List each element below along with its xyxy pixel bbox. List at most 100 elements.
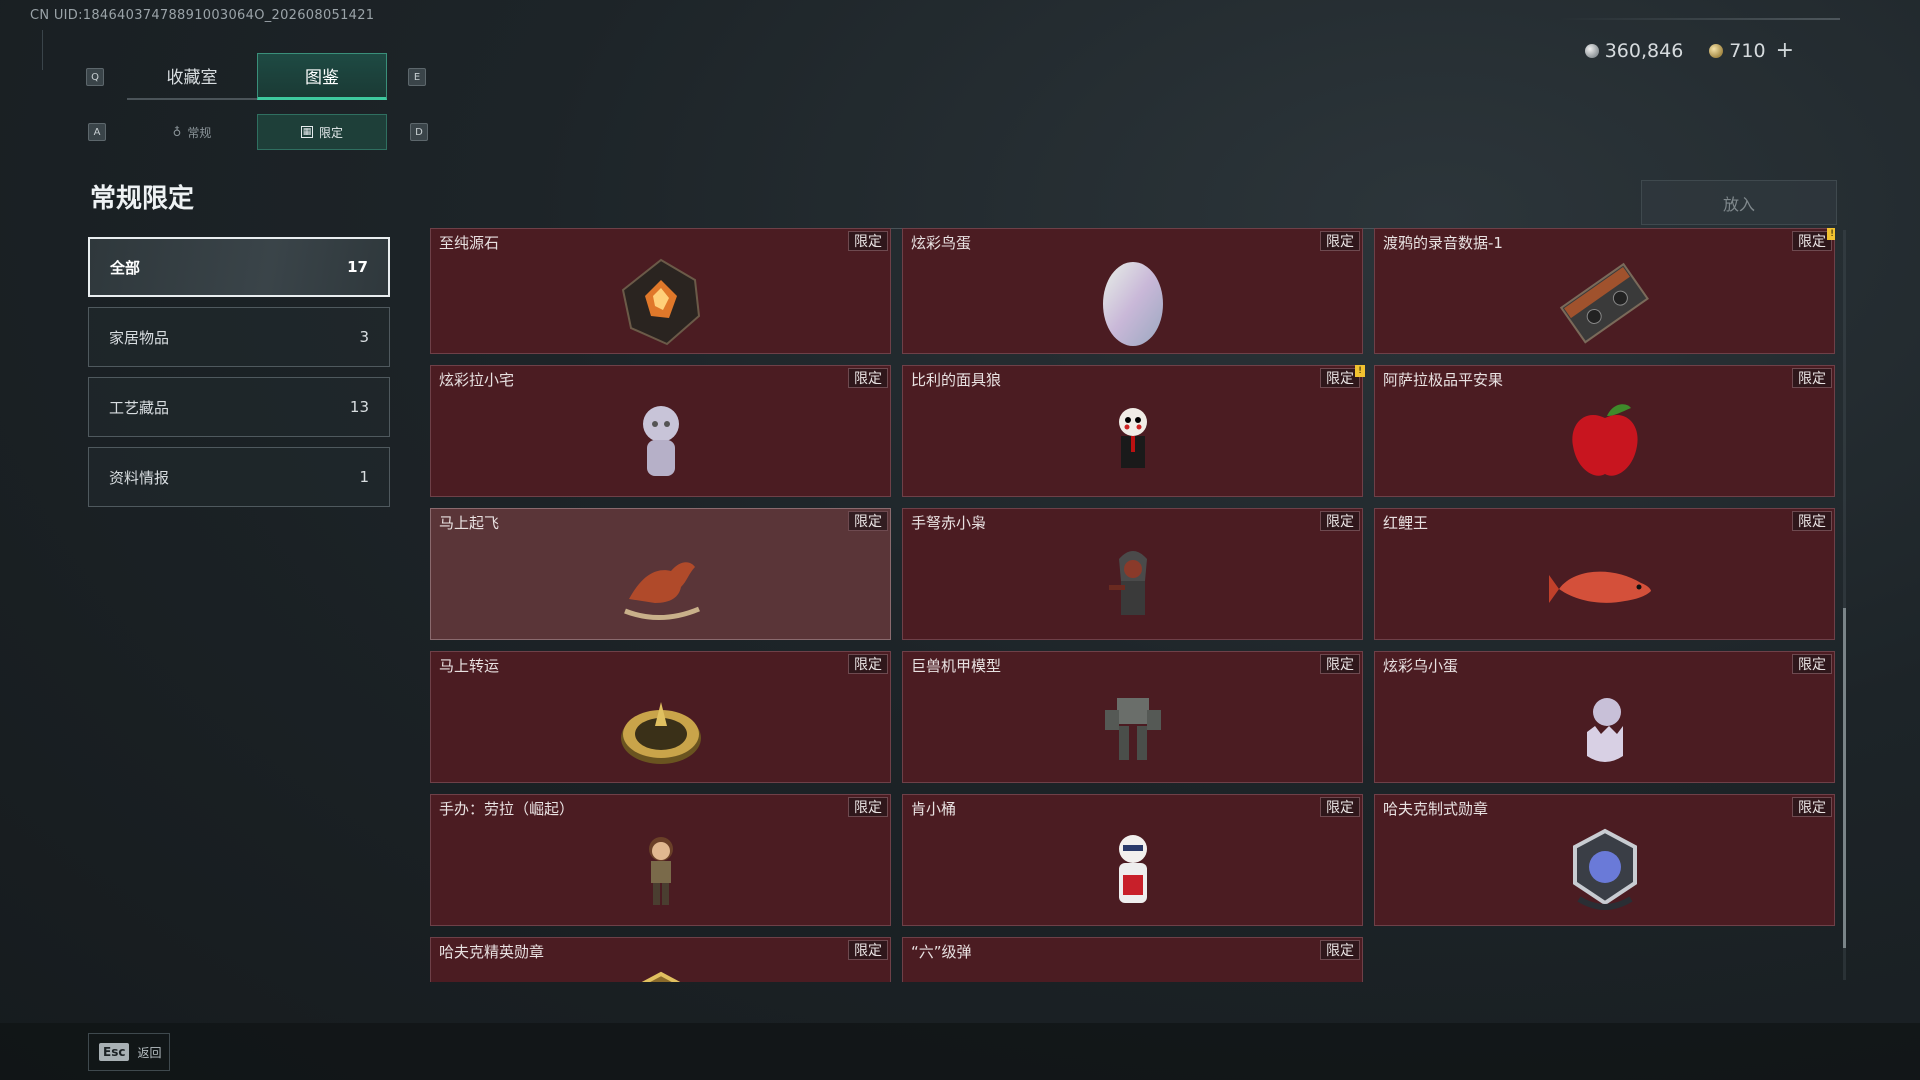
limited-badge: 限定 — [848, 940, 888, 960]
category-count: 1 — [359, 468, 369, 486]
item-card[interactable]: 巨兽机甲模型 限定 — [902, 651, 1363, 783]
put-in-button[interactable]: 放入 — [1641, 180, 1837, 225]
category-label: 家居物品 — [109, 328, 170, 347]
item-grid: 至纯源石 限定 炫彩鸟蛋 限定 渡鸦的录音数据-1 限定! 炫彩拉小宅 限定 比… — [430, 228, 1835, 982]
limited-badge: 限定 — [1320, 797, 1360, 817]
subtab-limited-label: 限定 — [318, 125, 343, 140]
limited-badge: 限定 — [848, 511, 888, 531]
item-card[interactable]: 马上起飞 限定 — [430, 508, 891, 640]
item-card[interactable]: 阿萨拉极品平安果 限定 — [1374, 365, 1835, 497]
item-name: 炫彩拉小宅 — [439, 371, 515, 389]
item-card[interactable]: 炫彩乌小蛋 限定 — [1374, 651, 1835, 783]
item-card[interactable]: 肯小桶 限定 — [902, 794, 1363, 926]
gold-currency: 710 + — [1709, 40, 1794, 62]
item-card[interactable]: 手弩赤小枭 限定 — [902, 508, 1363, 640]
esc-key-hint: Esc — [99, 1043, 130, 1061]
new-indicator-icon: ! — [1355, 365, 1365, 377]
limited-badge: 限定! — [1792, 228, 1835, 251]
item-name: 炫彩乌小蛋 — [1383, 657, 1459, 675]
grid-scrollbar[interactable] — [1843, 230, 1846, 980]
item-name: 手弩赤小枭 — [911, 514, 987, 532]
item-card[interactable]: 至纯源石 限定 — [430, 228, 891, 354]
lara-figure-icon — [648, 837, 673, 906]
item-name: 红鲤王 — [1383, 514, 1429, 532]
silver-currency: 360,846 — [1584, 40, 1684, 62]
limited-badge: 限定! — [1320, 365, 1365, 388]
limited-badge: 限定 — [1320, 654, 1360, 674]
apple-icon — [1571, 404, 1638, 477]
item-card[interactable]: 比利的面具狼 限定! — [902, 365, 1365, 497]
limited-badge-text: 限定 — [1326, 371, 1354, 387]
sub-tabs: ♁ 常规 ▦ 限定 — [127, 114, 387, 150]
colonel-figure-icon — [1118, 835, 1147, 904]
item-name: 阿萨拉极品平安果 — [1383, 371, 1504, 389]
silver-amount: 360,846 — [1604, 40, 1684, 62]
medal-icon — [1572, 829, 1637, 911]
footer-bar — [0, 1023, 1920, 1080]
elite-medal-icon — [641, 972, 680, 982]
key-hint-e[interactable]: E — [408, 68, 426, 86]
item-card[interactable]: 炫彩鸟蛋 限定 — [902, 228, 1363, 354]
limited-icon: ▦ — [300, 126, 313, 138]
item-name: 马上起飞 — [439, 514, 500, 532]
new-indicator-icon: ! — [1827, 228, 1835, 240]
item-card[interactable]: “六”级弹 限定 — [902, 937, 1363, 982]
puppet-icon — [1118, 408, 1147, 469]
limited-badge: 限定 — [1792, 368, 1832, 388]
carp-icon — [1548, 572, 1651, 604]
item-name: 至纯源石 — [439, 234, 500, 252]
subtab-regular-label: 常规 — [187, 125, 212, 140]
key-hint-a[interactable]: A — [88, 123, 106, 141]
category-intel[interactable]: 资料情报 1 — [88, 447, 390, 507]
item-name: 渡鸦的录音数据-1 — [1383, 234, 1503, 252]
subtab-limited[interactable]: ▦ 限定 — [257, 114, 387, 150]
item-card[interactable]: 哈夫克精英勋章 限定 — [430, 937, 891, 982]
limited-badge: 限定 — [1792, 654, 1832, 674]
category-label: 资料情报 — [109, 468, 170, 487]
category-label: 工艺藏品 — [109, 398, 170, 417]
item-card[interactable]: 红鲤王 限定 — [1374, 508, 1835, 640]
category-label: 全部 — [110, 258, 141, 277]
item-card[interactable]: 手办：劳拉（崛起） 限定 — [430, 794, 891, 926]
item-name: 肯小桶 — [911, 800, 957, 818]
crystal-icon — [621, 258, 700, 346]
compass-icon — [620, 702, 701, 765]
limited-badge: 限定 — [848, 797, 888, 817]
tab-codex[interactable]: 图鉴 — [257, 53, 387, 100]
add-currency-button[interactable]: + — [1776, 40, 1794, 62]
limited-badge: 限定 — [1792, 511, 1832, 531]
item-card[interactable]: 渡鸦的录音数据-1 限定! — [1374, 228, 1835, 354]
category-crafts[interactable]: 工艺藏品 13 — [88, 377, 390, 437]
back-label: 返回 — [137, 1045, 162, 1060]
page-title: 常规限定 — [90, 184, 195, 214]
cassette-icon — [1559, 262, 1649, 344]
category-count: 13 — [349, 398, 369, 416]
key-hint-q[interactable]: Q — [86, 68, 104, 86]
limited-badge: 限定 — [1320, 231, 1360, 251]
category-all[interactable]: 全部 17 — [88, 237, 390, 297]
regular-icon: ♁ — [172, 125, 182, 139]
item-card[interactable]: 哈夫克制式勋章 限定 — [1374, 794, 1835, 926]
gold-amount: 710 — [1729, 40, 1766, 62]
key-hint-d[interactable]: D — [410, 123, 428, 141]
hooded-figure-icon — [1108, 551, 1147, 616]
tab-collection-room[interactable]: 收藏室 — [127, 53, 257, 100]
silver-coin-icon — [1584, 44, 1599, 58]
item-name: 手办：劳拉（崛起） — [439, 800, 575, 818]
limited-badge: 限定 — [1320, 511, 1360, 531]
main-tabs: 收藏室 图鉴 — [127, 53, 387, 100]
limited-badge: 限定 — [1792, 797, 1832, 817]
back-button[interactable]: Esc 返回 — [88, 1033, 170, 1071]
item-card[interactable]: 炫彩拉小宅 限定 — [430, 365, 891, 497]
subtab-regular[interactable]: ♁ 常规 — [127, 114, 257, 150]
category-home-items[interactable]: 家居物品 3 — [88, 307, 390, 367]
item-card[interactable]: 马上转运 限定 — [430, 651, 891, 783]
item-name: 巨兽机甲模型 — [911, 657, 1002, 675]
limited-badge-text: 限定 — [1798, 234, 1826, 250]
category-count: 17 — [347, 258, 368, 276]
bullet-icon — [1083, 966, 1183, 982]
gold-coin-icon — [1709, 44, 1724, 58]
scrollbar-thumb[interactable] — [1843, 608, 1846, 948]
limited-badge: 限定 — [1320, 940, 1360, 960]
item-grid-viewport[interactable]: 至纯源石 限定 炫彩鸟蛋 限定 渡鸦的录音数据-1 限定! 炫彩拉小宅 限定 比… — [430, 228, 1835, 982]
